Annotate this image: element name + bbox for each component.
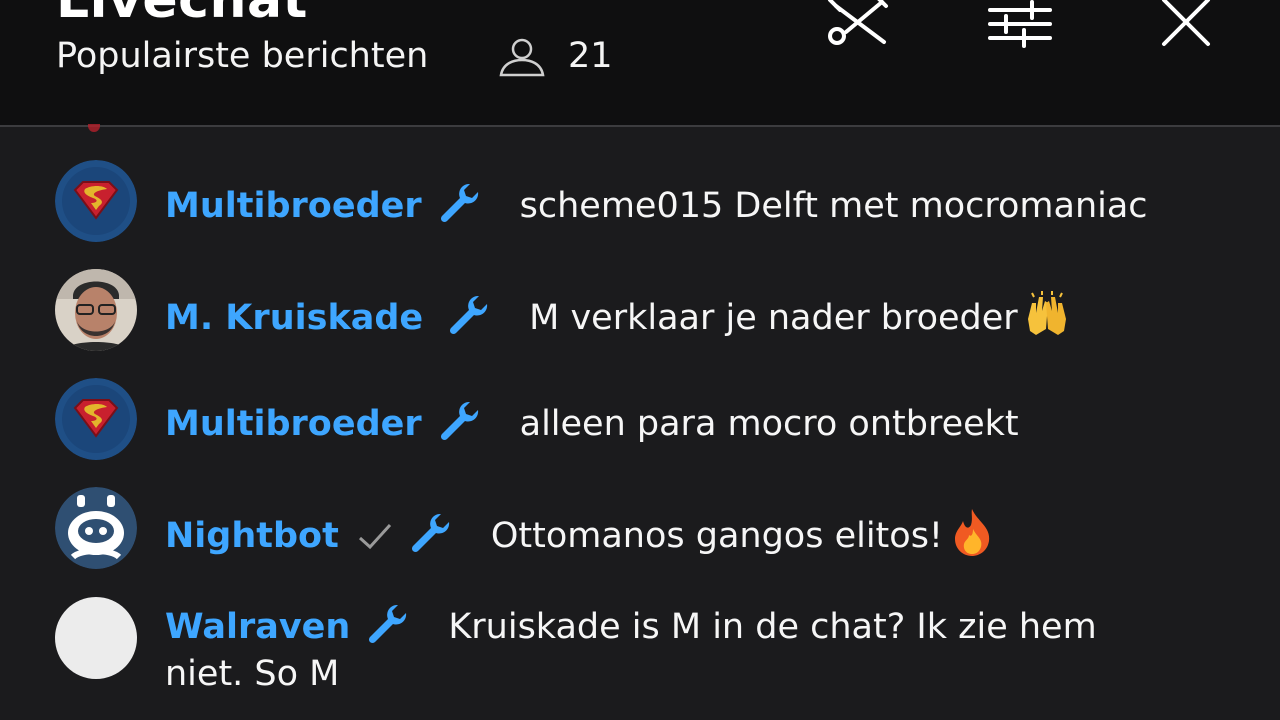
sliders-icon — [988, 0, 1052, 48]
chat-header: Livechat Populairste berichten 21 — [0, 0, 1280, 127]
author-name[interactable]: Multibroeder — [165, 404, 422, 444]
viewer-count: 21 — [568, 36, 613, 76]
verified-check-icon — [357, 517, 393, 550]
author-name[interactable]: M. Kruiskade — [165, 298, 423, 338]
message-text: M verklaar je nader broeder — [529, 298, 1018, 338]
wrench-icon — [445, 292, 489, 336]
raising-hands-emoji — [1022, 289, 1072, 339]
fire-emoji — [947, 507, 997, 557]
message-text: Ottomanos gangos elitos! — [490, 516, 943, 556]
tools-button[interactable] — [822, 0, 894, 52]
close-icon — [1162, 0, 1210, 46]
author-name[interactable]: Nightbot — [165, 516, 339, 556]
chat-mode-selector[interactable]: Populairste berichten — [56, 36, 428, 76]
wrench-icon — [436, 398, 480, 442]
message-text: scheme015 Delft met mocromaniac — [519, 186, 1148, 226]
avatar[interactable] — [55, 378, 137, 460]
chat-title: Livechat — [56, 0, 308, 30]
user-icon — [498, 37, 546, 77]
author-name[interactable]: Multibroeder — [165, 186, 422, 226]
filter-button[interactable] — [984, 0, 1056, 52]
author-name[interactable]: Walraven — [165, 607, 350, 647]
tools-icon — [828, 0, 888, 45]
wrench-icon — [407, 510, 451, 554]
close-button[interactable] — [1150, 0, 1222, 52]
wrench-icon — [364, 601, 408, 645]
wrench-icon — [436, 180, 480, 224]
avatar[interactable] — [55, 597, 137, 679]
avatar[interactable] — [55, 269, 137, 351]
avatar[interactable] — [55, 487, 137, 569]
scroll-indicator — [88, 124, 100, 132]
avatar[interactable] — [55, 160, 137, 242]
message-text: alleen para mocro ontbreekt — [519, 404, 1019, 444]
